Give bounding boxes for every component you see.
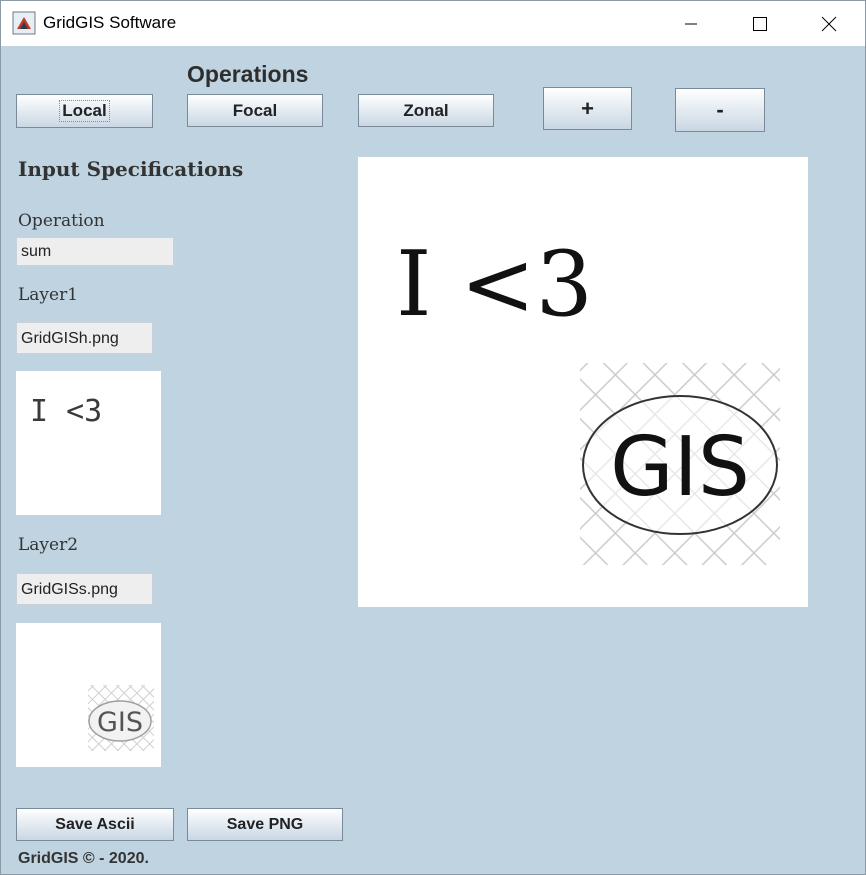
save-png-label: Save PNG <box>226 815 304 833</box>
layer1-label: Layer1 <box>18 285 79 305</box>
zonal-button[interactable]: Zonal <box>358 94 494 127</box>
zonal-button-label: Zonal <box>403 100 449 120</box>
save-png-button[interactable]: Save PNG <box>187 808 343 841</box>
layer2-thumbnail-text: GIS <box>97 707 143 738</box>
maximize-icon <box>753 16 767 31</box>
footer-copyright: GridGIS © - 2020. <box>18 850 149 867</box>
result-gis-logo-text: GIS <box>610 420 750 515</box>
save-ascii-label: Save Ascii <box>55 815 135 833</box>
close-button[interactable] <box>795 1 863 46</box>
layer1-thumbnail-text: I <3 <box>30 394 102 429</box>
focal-button-label: Focal <box>232 100 278 120</box>
window-title: GridGIS Software <box>43 13 177 32</box>
local-button[interactable]: Local <box>16 94 153 128</box>
operations-heading: Operations <box>187 61 309 87</box>
local-button-label: Local <box>59 100 110 122</box>
focal-button[interactable]: Focal <box>187 94 323 127</box>
minimize-button[interactable] <box>657 1 725 46</box>
layer2-thumbnail: GIS <box>16 623 161 767</box>
close-icon <box>821 16 837 31</box>
title-bar: GridGIS Software <box>1 1 865 46</box>
input-specifications-heading: Input Specifications <box>18 157 244 181</box>
result-heart-text: I <3 <box>396 232 593 337</box>
layer2-label: Layer2 <box>18 535 79 555</box>
zoom-out-button[interactable]: - <box>675 88 765 132</box>
java-coffee-icon <box>12 11 36 35</box>
zoom-in-label: + <box>581 95 594 121</box>
maximize-button[interactable] <box>726 1 794 46</box>
app-window: GridGIS Software Operations Local Focal … <box>0 0 866 875</box>
result-canvas: I <3 GIS <box>358 157 808 607</box>
operation-label: Operation <box>18 211 105 231</box>
zoom-out-label: - <box>716 97 724 122</box>
operation-field[interactable]: sum <box>16 237 174 266</box>
layer1-field[interactable]: GridGISh.png <box>16 322 153 354</box>
layer1-thumbnail: I <3 <box>16 371 161 515</box>
minimize-icon <box>685 23 697 24</box>
zoom-in-button[interactable]: + <box>543 87 632 130</box>
layer2-field[interactable]: GridGISs.png <box>16 573 153 605</box>
save-ascii-button[interactable]: Save Ascii <box>16 808 174 841</box>
